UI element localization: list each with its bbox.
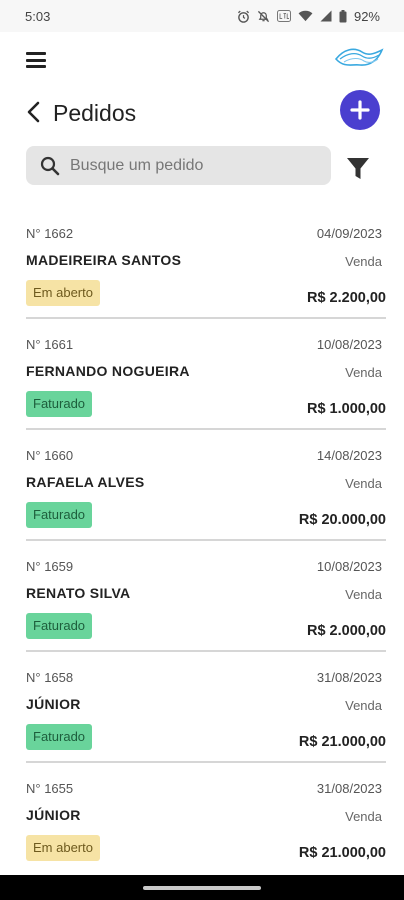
order-type: Venda bbox=[345, 254, 382, 269]
order-number: N° 1660 bbox=[26, 448, 74, 463]
order-client: FERNANDO NOGUEIRA bbox=[26, 363, 190, 379]
order-total: R$ 2.000,00 bbox=[306, 623, 386, 639]
order-card[interactable]: N° 1660 14/08/2023 RAFAELA ALVES Venda F… bbox=[26, 430, 386, 541]
order-type: Venda bbox=[345, 587, 382, 602]
cell-signal-icon bbox=[320, 10, 332, 22]
notifications-off-icon bbox=[257, 10, 270, 22]
chevron-left-icon[interactable] bbox=[26, 101, 40, 123]
order-card[interactable]: N° 1662 04/09/2023 MADEIREIRA SANTOS Ven… bbox=[26, 208, 386, 319]
status-badge: Faturado bbox=[26, 724, 93, 750]
order-date: 04/09/2023 bbox=[316, 226, 382, 241]
order-client: JÚNIOR bbox=[26, 696, 81, 712]
order-date: 10/08/2023 bbox=[316, 337, 382, 352]
order-total: R$ 2.200,00 bbox=[306, 290, 386, 306]
alarm-icon bbox=[237, 10, 250, 23]
menu-line bbox=[26, 52, 46, 55]
order-date: 31/08/2023 bbox=[316, 781, 382, 796]
status-badge: Faturado bbox=[26, 613, 93, 639]
home-gesture-handle[interactable] bbox=[143, 885, 261, 890]
status-badge: Faturado bbox=[26, 502, 93, 528]
order-date: 31/08/2023 bbox=[316, 670, 382, 685]
order-type: Venda bbox=[345, 809, 382, 824]
status-badge: Em aberto bbox=[26, 280, 100, 306]
order-card[interactable]: N° 1655 31/08/2023 JÚNIOR Venda Em abert… bbox=[26, 763, 386, 874]
order-card[interactable]: N° 1661 10/08/2023 FERNANDO NOGUEIRA Ven… bbox=[26, 319, 386, 430]
wifi-icon bbox=[298, 10, 313, 22]
orders-list: N° 1662 04/09/2023 MADEIREIRA SANTOS Ven… bbox=[26, 208, 386, 874]
order-date: 10/08/2023 bbox=[316, 559, 382, 574]
menu-line bbox=[26, 58, 46, 62]
order-date: 14/08/2023 bbox=[316, 448, 382, 463]
search-row bbox=[0, 146, 404, 186]
order-client: RAFAELA ALVES bbox=[26, 474, 145, 490]
battery-percentage: 92% bbox=[353, 8, 380, 24]
order-client: RENATO SILVA bbox=[26, 585, 131, 601]
order-number: N° 1655 bbox=[26, 781, 74, 796]
order-number: N° 1662 bbox=[26, 226, 74, 241]
order-number: N° 1661 bbox=[26, 337, 74, 352]
order-total: R$ 21.000,00 bbox=[298, 734, 386, 750]
order-total: R$ 21.000,00 bbox=[298, 845, 386, 861]
hamburger-menu-icon[interactable] bbox=[26, 52, 46, 68]
status-time: 5:03 bbox=[25, 8, 51, 24]
order-card[interactable]: N° 1659 10/08/2023 RENATO SILVA Venda Fa… bbox=[26, 541, 386, 652]
app-header bbox=[0, 32, 404, 88]
status-badge: Faturado bbox=[26, 391, 93, 417]
lte-icon bbox=[276, 10, 291, 22]
title-row: Pedidos bbox=[0, 88, 404, 140]
brand-logo-icon bbox=[334, 48, 384, 66]
order-number: N° 1659 bbox=[26, 559, 74, 574]
menu-line bbox=[26, 65, 46, 68]
status-bar: 5:03 92% bbox=[0, 0, 404, 32]
page-title: Pedidos bbox=[53, 100, 137, 126]
order-client: JÚNIOR bbox=[26, 807, 81, 823]
order-type: Venda bbox=[345, 698, 382, 713]
order-total: R$ 20.000,00 bbox=[298, 512, 386, 528]
search-box[interactable] bbox=[26, 146, 331, 185]
order-number: N° 1658 bbox=[26, 670, 74, 685]
plus-icon bbox=[350, 100, 370, 120]
navigation-bar bbox=[0, 875, 404, 900]
order-type: Venda bbox=[345, 365, 382, 380]
order-type: Venda bbox=[345, 476, 382, 491]
filter-icon[interactable] bbox=[346, 157, 370, 181]
order-total: R$ 1.000,00 bbox=[306, 401, 386, 417]
add-order-button[interactable] bbox=[340, 90, 380, 130]
status-badge: Em aberto bbox=[26, 835, 100, 861]
search-input[interactable] bbox=[70, 156, 310, 175]
search-icon bbox=[40, 156, 60, 175]
battery-icon bbox=[339, 9, 347, 22]
status-icons: 92% bbox=[237, 9, 380, 24]
order-client: MADEIREIRA SANTOS bbox=[26, 252, 182, 268]
order-card[interactable]: N° 1658 31/08/2023 JÚNIOR Venda Faturado… bbox=[26, 652, 386, 763]
